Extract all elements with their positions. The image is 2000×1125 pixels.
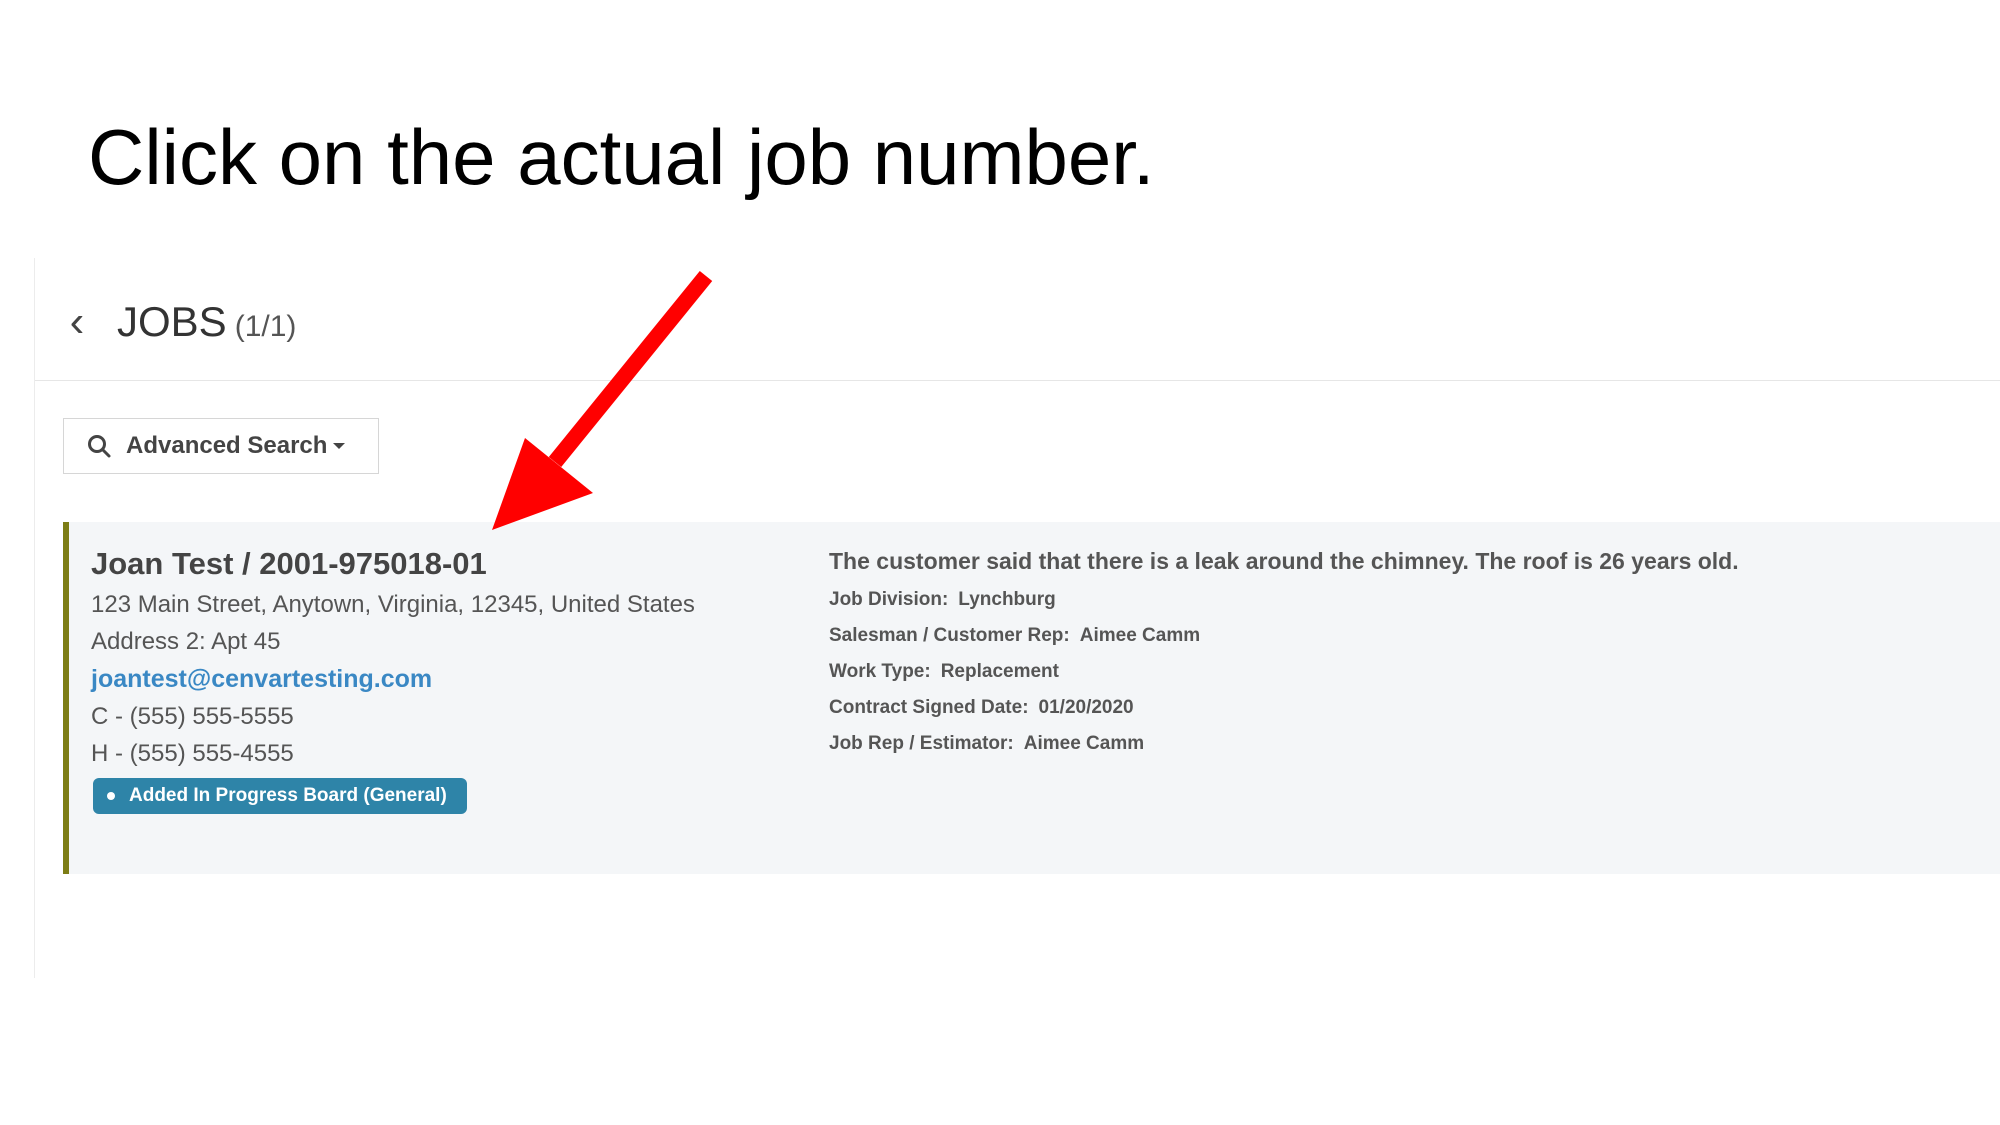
page-title-text: JOBS — [117, 298, 227, 345]
page-header: ‹ JOBS (1/1) — [35, 258, 2000, 381]
caret-down-icon — [333, 443, 346, 449]
detail-label: Job Division: — [829, 589, 949, 610]
detail-label: Salesman / Customer Rep: — [829, 625, 1070, 646]
detail-label: Work Type: — [829, 661, 931, 682]
job-home-phone: H - (555) 555-4555 — [91, 740, 294, 767]
advanced-search-button[interactable]: Advanced Search — [63, 418, 379, 474]
job-card[interactable]: Joan Test / 2001-975018-01 123 Main Stre… — [63, 522, 2000, 874]
detail-label: Contract Signed Date: — [829, 697, 1029, 718]
job-details: The customer said that there is a leak a… — [829, 548, 1979, 755]
detail-value: Lynchburg — [958, 589, 1056, 610]
job-email-link[interactable]: joantest@cenvartesting.com — [91, 665, 771, 694]
back-button[interactable]: ‹ — [57, 294, 97, 350]
instruction-text: Click on the actual job number. — [88, 113, 1155, 201]
job-count: (1/1) — [234, 310, 297, 343]
chevron-left-icon: ‹ — [69, 297, 85, 346]
detail-value: Aimee Camm — [1023, 733, 1145, 754]
job-address-2: Address 2: Apt 45 — [91, 628, 281, 655]
app-screenshot: ‹ JOBS (1/1) Advanced Search Joan Test / … — [34, 258, 2000, 978]
detail-value: Aimee Camm — [1079, 625, 1201, 646]
detail-row: Job Division: Lynchburg — [829, 589, 1979, 611]
detail-row: Job Rep / Estimator: Aimee Camm — [829, 733, 1979, 755]
detail-value: Replacement — [940, 661, 1059, 682]
status-badge-label: Added In Progress Board (General) — [129, 785, 447, 806]
advanced-search-label: Advanced Search — [126, 432, 328, 459]
page-title: JOBS (1/1) — [117, 294, 296, 350]
detail-label: Job Rep / Estimator: — [829, 733, 1014, 754]
detail-value: 01/20/2020 — [1038, 697, 1134, 718]
status-badge: Added In Progress Board (General) — [93, 778, 467, 814]
dot-icon — [107, 792, 115, 800]
job-cell-phone: C - (555) 555-5555 — [91, 703, 294, 730]
job-number-link[interactable]: Joan Test / 2001-975018-01 — [91, 546, 771, 582]
job-description: The customer said that there is a leak a… — [829, 548, 1739, 574]
detail-row: Work Type: Replacement — [829, 661, 1979, 683]
detail-row: Contract Signed Date: 01/20/2020 — [829, 697, 1979, 719]
job-contact-info: Joan Test / 2001-975018-01 123 Main Stre… — [91, 546, 771, 814]
search-icon — [88, 435, 111, 458]
job-address: 123 Main Street, Anytown, Virginia, 1234… — [91, 591, 695, 618]
detail-row: Salesman / Customer Rep: Aimee Camm — [829, 625, 1979, 647]
